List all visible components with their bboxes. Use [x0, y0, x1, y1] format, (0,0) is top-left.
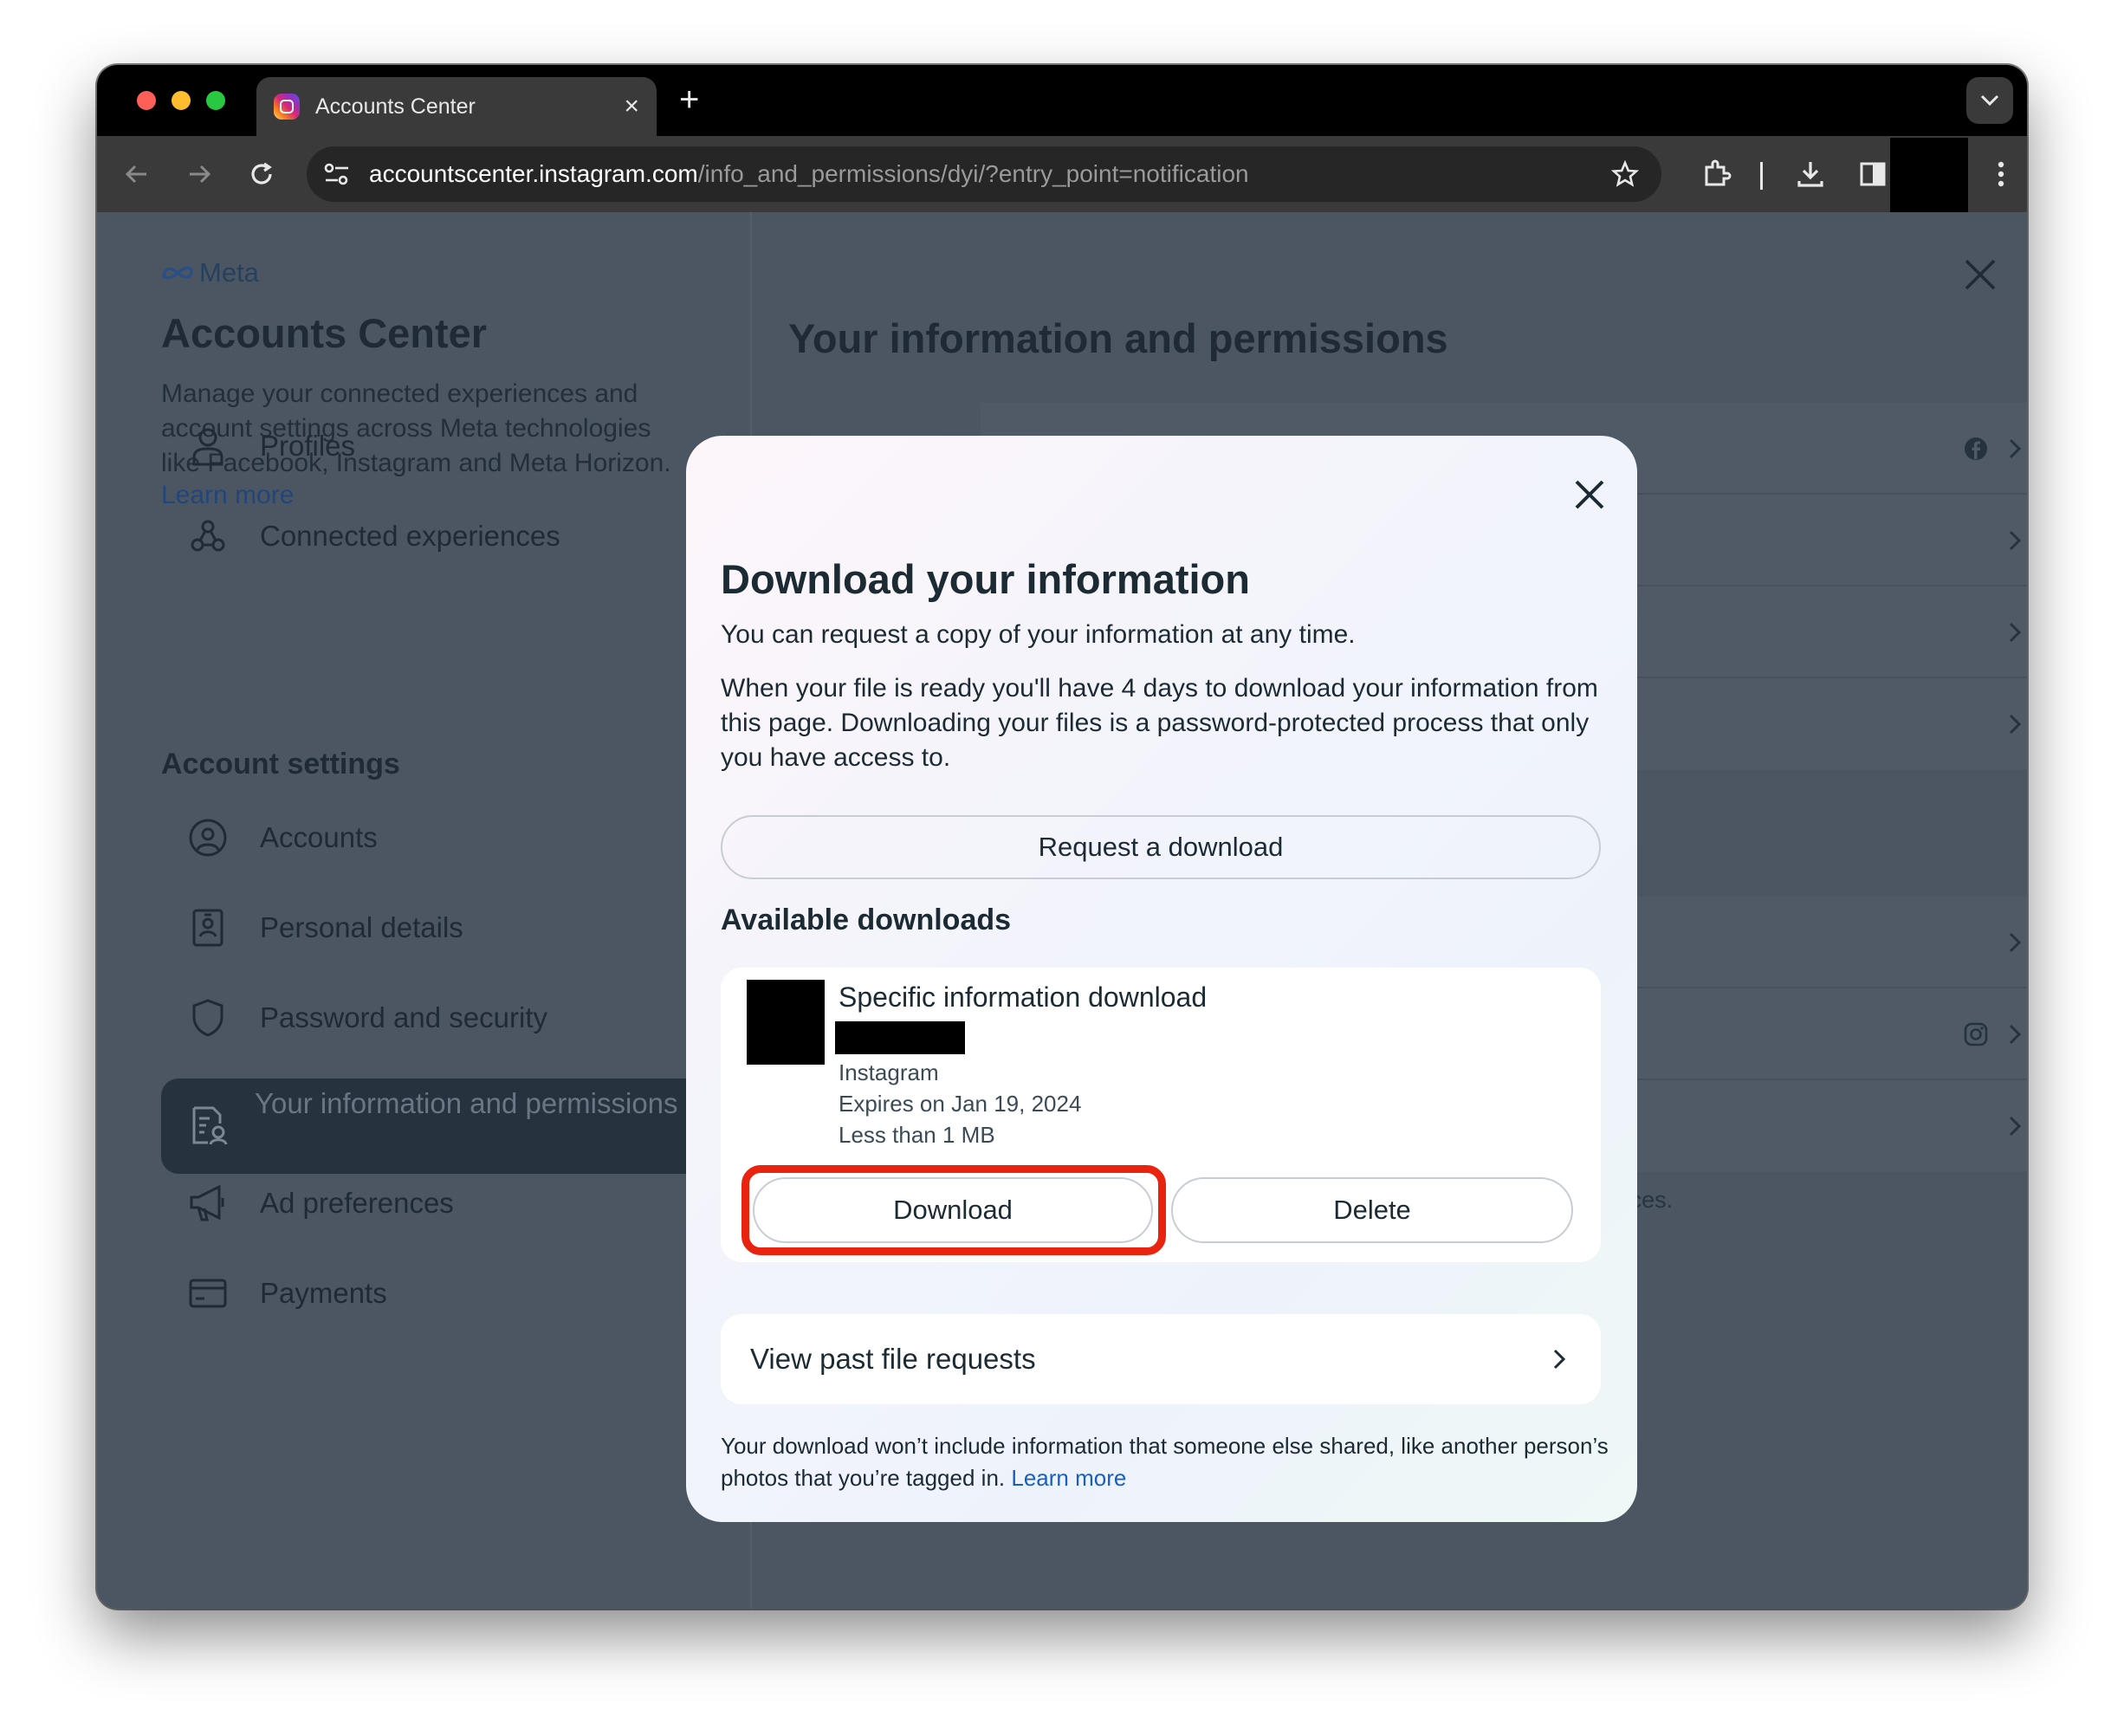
available-downloads-heading: Available downloads	[721, 904, 1012, 936]
sidebar-item-label: Password and security	[260, 1001, 547, 1033]
close-icon[interactable]	[1568, 473, 1611, 516]
redacted-block	[835, 1021, 965, 1054]
sidebar-item-connected-experiences[interactable]: Connected experiences	[161, 510, 560, 562]
url-path: /info_and_permissions/dyi/?entry_point=n…	[697, 160, 1249, 187]
kebab-menu-icon	[1998, 161, 2004, 187]
page-close-icon[interactable]	[1961, 256, 1999, 294]
url-text: accountscenter.instagram.com/info_and_pe…	[369, 160, 1249, 188]
browser-tab[interactable]: Accounts Center ×	[256, 77, 657, 136]
sidebar-item-label: Profiles	[260, 430, 356, 462]
chevron-right-icon	[2009, 438, 2022, 459]
footer-learn-more-link[interactable]: Learn more	[1011, 1465, 1126, 1491]
side-panel-icon	[1860, 162, 1886, 186]
sidebar-item-label: Personal details	[260, 911, 463, 943]
download-button[interactable]: Download	[753, 1177, 1153, 1243]
connected-icon	[182, 510, 234, 562]
meta-logo: Meta	[161, 257, 259, 288]
meta-brand: Meta	[199, 257, 259, 288]
tab-close-icon[interactable]: ×	[624, 92, 639, 121]
account-settings-heading: Account settings	[161, 748, 400, 781]
dialog-intro: You can request a copy of your informati…	[721, 620, 1356, 649]
delete-button[interactable]: Delete	[1171, 1177, 1573, 1243]
chevron-right-icon	[2009, 530, 2022, 551]
description-line: Manage your connected experiences and	[161, 379, 638, 408]
person-icon	[182, 420, 234, 472]
sidebar-item-profiles[interactable]: Profiles	[161, 420, 355, 472]
minimize-window-button[interactable]	[172, 91, 191, 110]
chevron-right-icon	[2009, 932, 2022, 953]
sidebar-item-label: Connected experiences	[260, 520, 560, 552]
sidebar-item-label: Payments	[260, 1277, 387, 1309]
instagram-favicon-icon	[274, 94, 300, 120]
chevron-right-icon	[2009, 714, 2022, 735]
browser-window: Accounts Center × + accountscenter.insta…	[97, 65, 2027, 1609]
close-window-button[interactable]	[137, 91, 156, 110]
shield-icon	[182, 992, 234, 1044]
dialog-title: Download your information	[721, 556, 1250, 602]
sidebar-item-your-information-active[interactable]: Your information and permissions	[161, 1079, 750, 1174]
chevron-right-icon	[2009, 622, 2022, 643]
address-bar[interactable]: accountscenter.instagram.com/info_and_pe…	[307, 146, 1661, 202]
dialog-body: When your file is ready you'll have 4 da…	[721, 674, 1598, 772]
past-requests-label: View past file requests	[750, 1343, 1036, 1375]
megaphone-icon	[182, 1177, 234, 1229]
tab-search-button[interactable]	[1966, 77, 2013, 124]
chevron-right-icon	[2009, 1024, 2022, 1045]
extensions-button[interactable]	[1698, 155, 1736, 193]
info-doc-icon	[191, 1104, 229, 1150]
sidebar-item-label: Ad preferences	[260, 1187, 454, 1219]
reload-button[interactable]	[243, 155, 281, 193]
profile-avatar[interactable]	[1890, 138, 1968, 212]
download-information-dialog: Download your information You can reques…	[686, 436, 1637, 1522]
instagram-icon	[1964, 1022, 1988, 1046]
puzzle-icon	[1705, 159, 1732, 186]
side-panel-button[interactable]	[1854, 155, 1892, 193]
facebook-icon	[1965, 437, 1987, 460]
account-circle-icon	[182, 812, 234, 864]
sidebar-item-accounts[interactable]: Accounts	[161, 812, 378, 864]
sidebar-item-label: Accounts	[260, 821, 378, 853]
sidebar-item-label: Your information and permissions	[255, 1087, 678, 1119]
accounts-center-title: Accounts Center	[161, 310, 488, 356]
downloads-button[interactable]	[1791, 155, 1829, 193]
reload-icon	[251, 162, 272, 185]
maximize-window-button[interactable]	[206, 91, 225, 110]
download-expiry: Expires on Jan 19, 2024	[839, 1091, 1082, 1117]
download-size: Less than 1 MB	[839, 1122, 995, 1148]
sidebar-item-ad-preferences[interactable]: Ad preferences	[161, 1177, 454, 1229]
back-button[interactable]	[118, 155, 156, 193]
toolbar-separator	[1760, 162, 1763, 190]
browser-menu-button[interactable]	[1982, 155, 2020, 193]
download-source: Instagram	[839, 1059, 939, 1085]
footer-text: Your download won’t include information …	[721, 1433, 1609, 1491]
credit-card-icon	[182, 1267, 234, 1319]
arrow-left-icon	[125, 165, 146, 184]
view-past-requests-row[interactable]: View past file requests	[721, 1314, 1601, 1404]
forward-button[interactable]	[180, 155, 218, 193]
dialog-footer: Your download won’t include information …	[721, 1430, 1622, 1494]
download-item-title: Specific information download	[839, 981, 1208, 1013]
id-card-icon	[182, 902, 234, 954]
browser-toolbar: accountscenter.instagram.com/info_and_pe…	[97, 136, 2027, 212]
request-download-button[interactable]: Request a download	[721, 815, 1601, 879]
title-bar: Accounts Center × +	[97, 65, 2027, 136]
new-tab-button[interactable]: +	[679, 81, 699, 120]
site-settings-icon	[324, 163, 348, 185]
download-item-card: Specific information download Instagram …	[721, 968, 1601, 1262]
main-page-title: Your information and permissions	[788, 315, 1448, 361]
url-domain: accountscenter.instagram.com	[369, 160, 698, 187]
chevron-down-icon	[1980, 94, 1999, 107]
chevron-right-icon	[1553, 1349, 1566, 1370]
sidebar-item-password-security[interactable]: Password and security	[161, 992, 547, 1044]
download-icon	[1797, 162, 1823, 187]
download-thumbnail	[747, 980, 825, 1065]
tab-title: Accounts Center	[315, 94, 476, 119]
sidebar-item-personal-details[interactable]: Personal details	[161, 902, 463, 954]
sidebar-item-payments[interactable]: Payments	[161, 1267, 387, 1319]
meta-infinity-icon	[162, 266, 193, 280]
bookmark-star-icon[interactable]	[1611, 160, 1639, 188]
sidebar-learn-more-link[interactable]: Learn more	[161, 481, 294, 510]
chevron-right-icon	[2009, 1116, 2022, 1137]
arrow-right-icon	[190, 165, 211, 184]
